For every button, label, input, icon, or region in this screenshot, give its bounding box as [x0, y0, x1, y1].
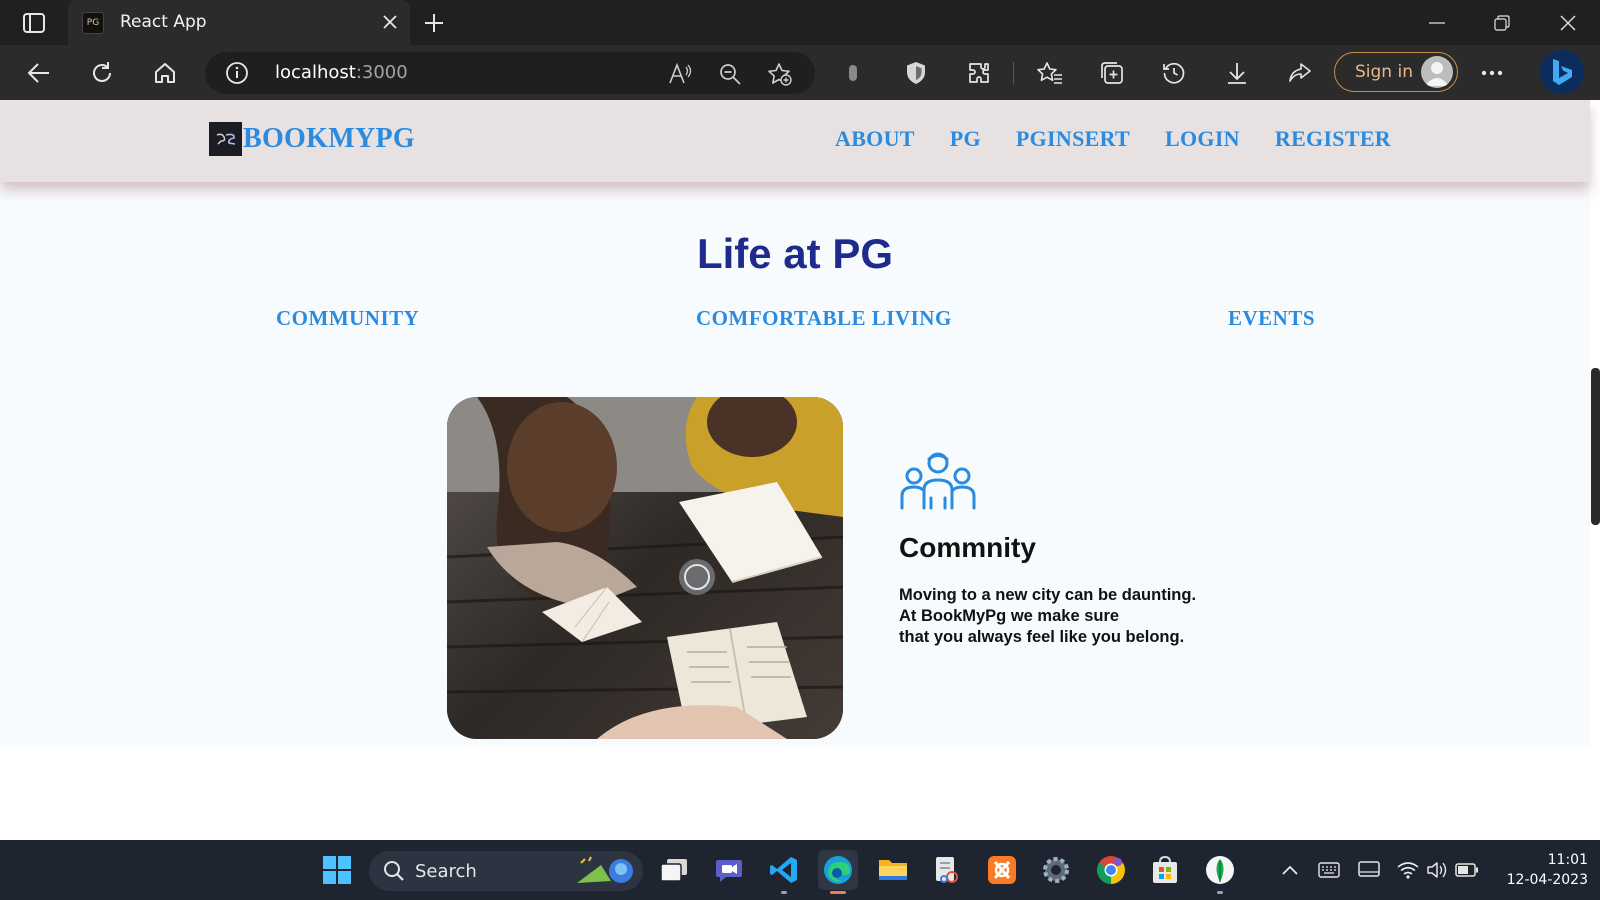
browser-toolbar: localhost:3000 Sign in [0, 45, 1600, 100]
battery-icon[interactable] [1455, 858, 1479, 882]
mongodb-compass-icon[interactable] [1200, 850, 1240, 894]
feature-description-line: At BookMyPg we make sure [899, 607, 1120, 625]
page-scrollbar-thumb[interactable] [1591, 368, 1600, 525]
file-explorer-icon[interactable] [873, 850, 913, 890]
refresh-icon[interactable] [85, 56, 119, 90]
keyboard-icon[interactable] [1317, 858, 1341, 882]
toolbar-separator [1013, 62, 1014, 84]
nav-link-login[interactable]: LOGIN [1165, 126, 1240, 152]
teams-chat-icon[interactable] [709, 850, 749, 890]
tab-community[interactable]: COMMUNITY [276, 306, 419, 331]
system-clock[interactable]: 11:01 12-04-2023 [1488, 850, 1588, 890]
nav-link-pginsert[interactable]: PGINSERT [1016, 126, 1130, 152]
display-icon[interactable] [1357, 858, 1381, 882]
extension-mic-icon[interactable] [836, 56, 870, 90]
feature-description-line: that you always feel like you belong. [899, 628, 1185, 646]
new-tab-icon[interactable] [420, 10, 448, 36]
restore-icon[interactable] [1482, 8, 1522, 38]
minimize-icon[interactable] [1417, 8, 1457, 38]
feature-description-line: Moving to a new city can be daunting. [899, 586, 1197, 604]
site-navbar: BOOKMYPG ABOUT PG PGINSERT LOGIN REGISTE… [0, 100, 1590, 182]
tab-react-app[interactable]: PG React App [68, 0, 410, 45]
community-photo [447, 397, 843, 739]
volume-icon[interactable] [1425, 858, 1449, 882]
brand-name: BOOKMYPG [243, 123, 415, 154]
browser-tab-bar: PG React App [0, 0, 1600, 45]
read-aloud-icon[interactable] [667, 61, 693, 87]
clock-date: 12-04-2023 [1506, 872, 1588, 888]
sign-in-label: Sign in [1355, 62, 1413, 82]
more-menu-icon[interactable] [1475, 56, 1509, 90]
close-tab-icon[interactable] [378, 10, 402, 34]
active-indicator [830, 891, 846, 894]
bing-chat-icon[interactable] [1540, 50, 1584, 94]
vscode-icon[interactable] [764, 850, 804, 894]
collections-icon[interactable] [1095, 56, 1129, 90]
shield-icon[interactable] [899, 56, 933, 90]
clock-time: 11:01 [1547, 852, 1588, 868]
nav-link-register[interactable]: REGISTER [1275, 126, 1391, 152]
sign-in-button[interactable]: Sign in [1334, 52, 1458, 92]
people-group-icon [899, 450, 977, 517]
search-highlight-icon [571, 855, 637, 892]
add-favorite-icon[interactable] [767, 61, 793, 87]
nav-link-pg[interactable]: PG [950, 126, 981, 152]
address-bar[interactable]: localhost:3000 [205, 52, 815, 94]
profile-avatar-icon [1421, 56, 1453, 88]
nav-links: ABOUT PG PGINSERT LOGIN REGISTER [835, 126, 1426, 152]
page-title: Life at PG [696, 230, 894, 277]
wifi-icon[interactable] [1396, 858, 1420, 882]
brand-logo-icon [209, 122, 242, 156]
snipping-tool-icon[interactable] [927, 850, 967, 890]
close-window-icon[interactable] [1548, 8, 1588, 38]
tab-title: React App [120, 12, 207, 32]
feature-description: Moving to a new city can be daunting. At… [899, 585, 1196, 648]
back-icon[interactable] [22, 56, 56, 90]
search-icon [383, 860, 405, 887]
running-indicator [1217, 891, 1223, 894]
downloads-icon[interactable] [1220, 56, 1254, 90]
favorites-icon[interactable] [1033, 56, 1067, 90]
home-icon[interactable] [148, 56, 182, 90]
running-indicator [781, 891, 787, 894]
chrome-icon[interactable] [1091, 850, 1131, 890]
tab-actions-icon[interactable] [14, 10, 54, 36]
edge-browser-icon[interactable] [818, 850, 858, 894]
page-viewport: BOOKMYPG ABOUT PG PGINSERT LOGIN REGISTE… [0, 100, 1600, 840]
share-icon[interactable] [1283, 56, 1317, 90]
tab-favicon-icon: PG [82, 12, 104, 34]
nav-link-about[interactable]: ABOUT [835, 126, 915, 152]
feature-title: Commnity [899, 532, 1036, 563]
history-icon[interactable] [1157, 56, 1191, 90]
site-info-icon[interactable] [225, 61, 249, 90]
url-text[interactable]: localhost:3000 [275, 62, 408, 83]
search-label: Search [415, 861, 477, 882]
microsoft-store-icon[interactable] [1145, 850, 1185, 890]
tab-events[interactable]: EVENTS [1228, 306, 1315, 331]
zoom-out-icon[interactable] [717, 61, 743, 87]
extensions-icon[interactable] [962, 56, 996, 90]
xampp-icon[interactable] [982, 850, 1022, 890]
windows-taskbar: Search 11:01 12-04-2023 [0, 840, 1600, 900]
task-view-icon[interactable] [654, 850, 694, 890]
taskbar-search[interactable]: Search [369, 851, 643, 891]
brand-link[interactable]: BOOKMYPG [209, 122, 415, 156]
windows-start-icon[interactable] [317, 850, 357, 890]
show-hidden-icons-icon[interactable] [1278, 858, 1302, 882]
tab-comfortable-living[interactable]: COMFORTABLE LIVING [696, 306, 952, 331]
settings-gear-icon[interactable] [1036, 850, 1076, 890]
page-content: BOOKMYPG ABOUT PG PGINSERT LOGIN REGISTE… [0, 100, 1590, 747]
